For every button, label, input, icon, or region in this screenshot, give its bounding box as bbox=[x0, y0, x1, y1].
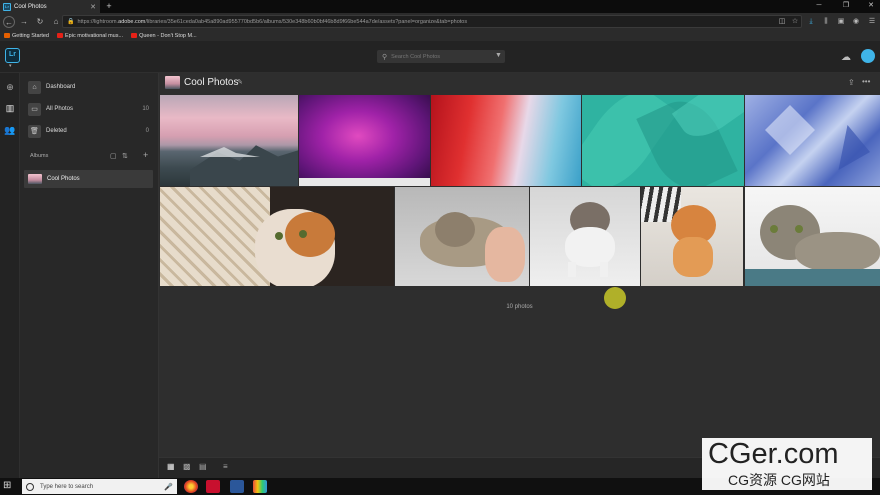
bookmark-item[interactable]: Queen - Don't Stop M... bbox=[131, 33, 197, 39]
cloud-sync-icon[interactable]: ☁ bbox=[841, 52, 851, 63]
grid-view-icon[interactable]: ▦ bbox=[167, 462, 175, 471]
edit-pencil-icon[interactable]: ✎ bbox=[237, 78, 243, 86]
library-panel-icon[interactable]: ▥ bbox=[3, 101, 17, 115]
album-thumbnail bbox=[28, 174, 42, 184]
maximize-window-button[interactable]: ❐ bbox=[839, 0, 853, 13]
home-icon: ⌂ bbox=[28, 80, 41, 94]
word-taskbar-icon[interactable] bbox=[230, 480, 244, 493]
sidebar-item-label: Dashboard bbox=[46, 84, 76, 90]
menu-icon[interactable]: ☰ bbox=[867, 16, 877, 27]
share-icon[interactable]: ⇪ bbox=[848, 78, 855, 87]
sidebar-item-count: 10 bbox=[142, 106, 149, 112]
photo-thumbnail[interactable] bbox=[641, 187, 743, 286]
reload-button[interactable]: ↻ bbox=[33, 15, 47, 29]
lightroom-favicon-icon: Lr bbox=[3, 2, 11, 11]
cortana-icon bbox=[26, 482, 34, 491]
photo-thumbnail[interactable] bbox=[160, 95, 298, 186]
filter-icon[interactable]: ▼ bbox=[495, 52, 505, 62]
sidebar-item-count: 0 bbox=[145, 128, 149, 134]
minimize-window-button[interactable]: ─ bbox=[812, 0, 826, 13]
library-icon[interactable]: ⫼ bbox=[821, 16, 831, 27]
new-tab-button[interactable]: + bbox=[104, 0, 114, 13]
sidebar-item-deleted[interactable]: 🗑 Deleted 0 bbox=[25, 122, 155, 140]
photo-thumbnail[interactable] bbox=[745, 95, 880, 186]
lock-icon: 🔒 bbox=[67, 19, 75, 25]
album-cover-thumbnail bbox=[165, 76, 180, 89]
page-title: Cool Photos bbox=[184, 77, 239, 88]
taskbar-search-placeholder: Type here to search bbox=[40, 483, 94, 490]
close-tab-icon[interactable]: ✕ bbox=[90, 3, 96, 11]
browser-tab[interactable]: Lr Cool Photos ✕ bbox=[0, 0, 100, 13]
app-taskbar-icon[interactable] bbox=[253, 480, 267, 493]
albums-header: Albums bbox=[30, 153, 49, 159]
back-button[interactable]: ← bbox=[3, 15, 15, 28]
chevron-down-icon[interactable]: ▾ bbox=[9, 63, 12, 69]
album-item-label: Cool Photos bbox=[47, 176, 80, 182]
forward-button[interactable]: → bbox=[17, 15, 31, 29]
watermark-subtitle: CG资源 CG网站 bbox=[728, 472, 830, 488]
home-button[interactable]: ⌂ bbox=[49, 15, 63, 29]
photo-thumbnail[interactable] bbox=[299, 95, 430, 186]
url-bar[interactable]: 🔒 https://lightroom. adobe.com/libraries/… bbox=[62, 15, 802, 28]
people-icon[interactable]: 👥 bbox=[3, 123, 17, 137]
photo-thumbnail[interactable] bbox=[745, 187, 880, 286]
album-item-cool-photos[interactable]: Cool Photos bbox=[24, 170, 153, 188]
more-options-icon[interactable]: ••• bbox=[862, 77, 870, 86]
pocket-icon[interactable]: ◫ bbox=[777, 16, 787, 27]
close-window-button[interactable]: ✕ bbox=[864, 0, 878, 13]
bookmark-star-icon[interactable]: ☆ bbox=[790, 16, 800, 27]
url-path: /libraries/35e61ceda0ab45a890ad955770bd5… bbox=[145, 18, 468, 25]
search-icon: ⚲ bbox=[382, 53, 388, 61]
add-album-button[interactable]: + bbox=[143, 150, 148, 160]
browser-tab-strip bbox=[0, 0, 880, 13]
photo-thumbnail[interactable] bbox=[582, 95, 744, 186]
photo-thumbnail[interactable] bbox=[530, 187, 640, 286]
photos-icon: ▭ bbox=[28, 102, 41, 116]
windows-start-icon[interactable]: ⊞ bbox=[3, 480, 11, 491]
sort-albums-icon[interactable]: ⇅ bbox=[122, 152, 128, 160]
lightroom-logo[interactable]: Lr bbox=[5, 48, 20, 63]
photo-thumbnail[interactable] bbox=[395, 187, 529, 286]
sidebar-item-dashboard[interactable]: ⌂ Dashboard bbox=[25, 78, 155, 96]
photo-thumbnail[interactable] bbox=[160, 187, 394, 286]
youtube-icon bbox=[57, 33, 63, 38]
sidebar-item-label: Deleted bbox=[46, 128, 67, 134]
bookmark-item[interactable]: Getting Started bbox=[4, 33, 49, 39]
bookmark-item[interactable]: Epic motivational mus... bbox=[57, 33, 123, 39]
firefox-taskbar-icon[interactable] bbox=[184, 480, 198, 493]
app-taskbar-icon[interactable] bbox=[206, 480, 220, 493]
firefox-icon bbox=[4, 33, 10, 38]
trash-icon: 🗑 bbox=[28, 124, 41, 138]
youtube-icon bbox=[131, 33, 138, 38]
microphone-icon[interactable]: 🎤 bbox=[164, 483, 173, 491]
square-grid-icon[interactable]: ▩ bbox=[183, 462, 191, 471]
avatar[interactable] bbox=[861, 49, 875, 63]
search-input[interactable]: ⚲ Search Cool Photos bbox=[377, 50, 505, 63]
add-photos-icon[interactable]: ⊕ bbox=[3, 80, 17, 94]
sort-icon[interactable]: ≡ bbox=[223, 462, 228, 471]
tab-title: Cool Photos bbox=[14, 3, 47, 10]
taskbar-search-input[interactable]: Type here to search 🎤 bbox=[22, 479, 177, 494]
photo-count: 10 photos bbox=[506, 304, 533, 310]
cursor-highlight bbox=[604, 287, 626, 309]
album-view-icon[interactable]: ▢ bbox=[110, 152, 117, 160]
download-icon[interactable]: ⤓ bbox=[806, 16, 816, 27]
sidebar-item-label: All Photos bbox=[46, 106, 74, 112]
watermark-logo-text: CGer.com bbox=[708, 438, 839, 470]
sidebar-item-all-photos[interactable]: ▭ All Photos 10 bbox=[25, 100, 155, 118]
detail-view-icon[interactable]: ▤ bbox=[199, 462, 207, 471]
sidebar-toggle-icon[interactable]: ▣ bbox=[836, 16, 846, 27]
search-placeholder: Search Cool Photos bbox=[391, 53, 441, 60]
extension-icon[interactable]: ◉ bbox=[851, 16, 861, 27]
bookmarks-bar: Getting Started Epic motivational mus...… bbox=[0, 30, 880, 41]
url-prefix: https://lightroom. bbox=[77, 18, 119, 25]
photo-thumbnail[interactable] bbox=[431, 95, 581, 186]
url-domain: adobe.com bbox=[118, 18, 146, 25]
